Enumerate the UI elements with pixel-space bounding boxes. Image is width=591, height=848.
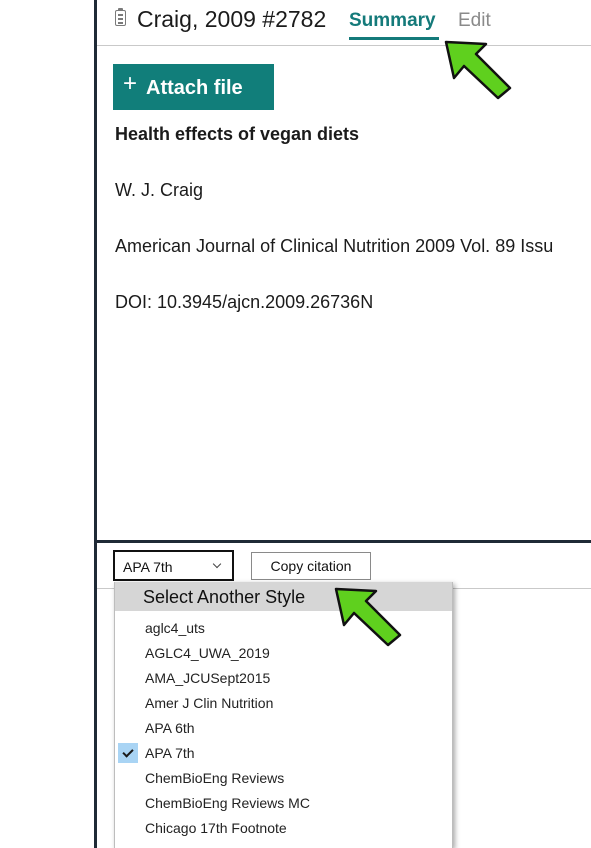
style-item-label: Chicago 17th Footnote	[145, 820, 287, 836]
panel-divider	[97, 540, 591, 543]
pane-border	[94, 0, 97, 848]
style-item-chembioeng-reviews-mc[interactable]: ChemBioEng Reviews MC	[115, 791, 452, 816]
style-item-apa-7th[interactable]: APA 7th	[115, 741, 452, 766]
style-item-apa-6th[interactable]: APA 6th	[115, 716, 452, 741]
style-item-label: ChemBioEng Reviews MC	[145, 795, 310, 811]
style-item-chicago-17th-footnote[interactable]: Chicago 17th Footnote	[115, 816, 452, 841]
article-title: Health effects of vegan diets	[115, 124, 360, 144]
tab-edit[interactable]: Edit	[458, 10, 491, 32]
header-divider	[97, 45, 591, 46]
plus-icon: +	[123, 70, 138, 97]
article-author: W. J. Craig	[115, 180, 204, 200]
article-journal: American Journal of Clinical Nutrition 2…	[115, 236, 554, 256]
document-clipboard-icon	[115, 8, 126, 26]
style-item-chembioeng-reviews[interactable]: ChemBioEng Reviews	[115, 766, 452, 791]
attach-file-button[interactable]: + Attach file	[113, 64, 274, 110]
style-item-label: APA 7th	[145, 745, 195, 761]
citation-style-select[interactable]: APA 7th	[113, 550, 234, 581]
attach-file-label: Attach file	[146, 77, 243, 99]
reference-title: Craig, 2009 #2782	[137, 6, 327, 32]
style-item-ama-jcusept2015[interactable]: AMA_JCUSept2015	[115, 666, 452, 691]
copy-citation-button[interactable]: Copy citation	[251, 552, 371, 580]
tab-summary[interactable]: Summary	[349, 10, 436, 32]
annotation-arrow-icon	[444, 40, 512, 100]
chevron-down-icon	[212, 559, 222, 569]
style-item-label: aglc4_uts	[145, 620, 205, 636]
style-item-label: AGLC4_UWA_2019	[145, 645, 270, 661]
style-item-label: AMA_JCUSept2015	[145, 670, 271, 686]
citation-style-value: APA 7th	[123, 559, 173, 575]
checkmark-icon	[118, 743, 138, 763]
annotation-arrow-icon	[334, 587, 402, 647]
style-item-label: APA 6th	[145, 720, 195, 736]
tab-summary-underline	[349, 37, 439, 40]
select-another-style-label: Select Another Style	[143, 587, 306, 607]
style-item-label: ChemBioEng Reviews	[145, 770, 285, 786]
left-pane	[0, 0, 94, 848]
style-item-amer-j-clin-nutrition[interactable]: Amer J Clin Nutrition	[115, 691, 452, 716]
article-doi: DOI: 10.3945/ajcn.2009.26736N	[115, 292, 374, 312]
style-item-label: Amer J Clin Nutrition	[145, 695, 274, 711]
